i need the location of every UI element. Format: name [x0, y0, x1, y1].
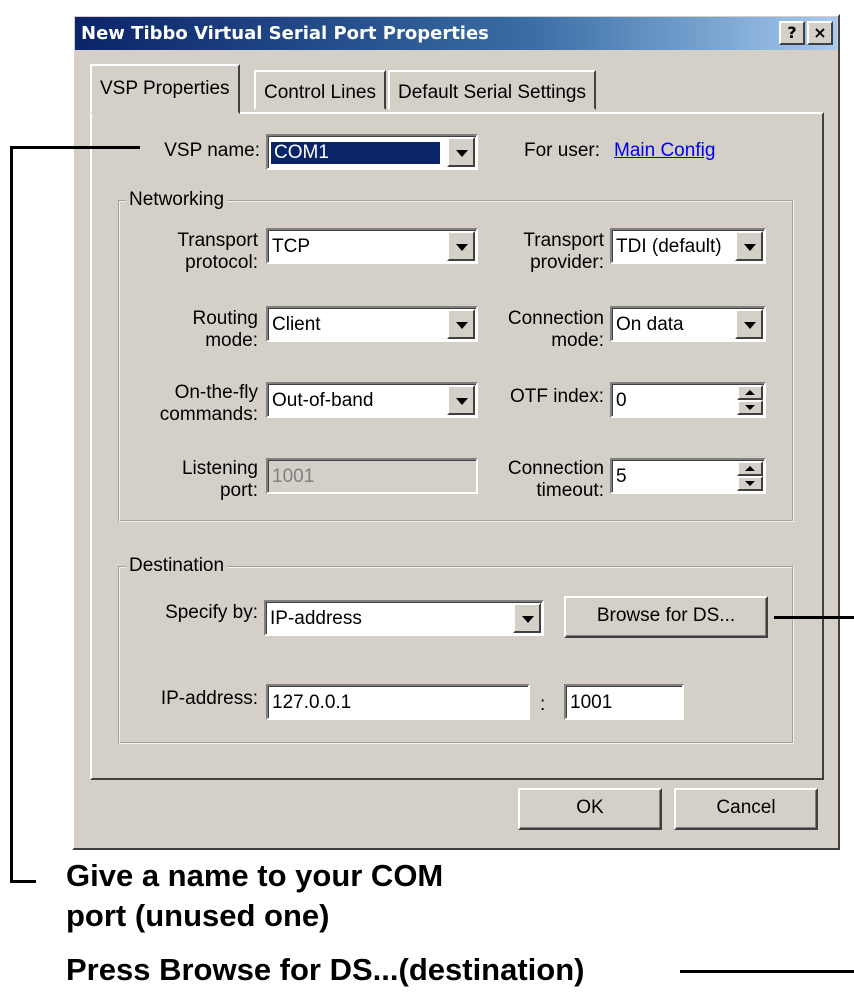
- connection-mode-label: Connection mode:: [486, 308, 604, 352]
- spin-down-icon[interactable]: [737, 400, 763, 415]
- spin-up-icon[interactable]: [737, 385, 763, 400]
- transport-provider-dropdown[interactable]: TDI (default): [610, 228, 766, 264]
- listening-port-field: 1001: [266, 458, 478, 494]
- transport-provider-label: Transport provider:: [486, 230, 604, 274]
- connection-timeout-label: Connection timeout:: [486, 458, 604, 502]
- title-bar[interactable]: New Tibbo Virtual Serial Port Properties…: [75, 17, 837, 50]
- spin-down-icon[interactable]: [737, 476, 763, 491]
- destination-group-title: Destination: [126, 555, 228, 577]
- otf-index-value: 0: [616, 390, 627, 411]
- otf-commands-dropdown[interactable]: Out-of-band: [266, 382, 478, 418]
- transport-provider-value: TDI (default): [616, 236, 722, 257]
- for-user-label: For user:: [524, 140, 601, 161]
- specify-by-label: Specify by:: [165, 602, 258, 623]
- otf-commands-value: Out-of-band: [272, 390, 374, 411]
- otf-commands-label: On-the-fly commands:: [134, 382, 258, 426]
- callout-line-top: [10, 146, 140, 149]
- callout-line-vertical: [10, 146, 13, 882]
- ip-address-value: 127.0.0.1: [272, 692, 352, 713]
- routing-mode-label: Routing mode:: [134, 308, 259, 352]
- ip-address-input[interactable]: 127.0.0.1: [266, 684, 530, 720]
- connection-timeout-label-line2: timeout:: [536, 480, 604, 501]
- transport-protocol-label: Transport protocol:: [134, 230, 258, 274]
- otf-commands-label-line2: commands:: [159, 404, 258, 425]
- chevron-down-icon[interactable]: [447, 231, 475, 261]
- connection-timeout-spinner[interactable]: 5: [610, 458, 766, 494]
- spinner-control: [737, 385, 763, 415]
- connection-mode-value: On data: [616, 314, 684, 335]
- tab-control-lines[interactable]: Control Lines: [254, 70, 386, 110]
- transport-protocol-dropdown[interactable]: TCP: [266, 228, 478, 264]
- callout-line-browse: [774, 616, 854, 619]
- networking-group-title: Networking: [126, 189, 228, 211]
- routing-mode-label-line1: Routing: [192, 308, 259, 329]
- connection-timeout-label-line1: Connection: [507, 458, 604, 479]
- transport-protocol-label-line1: Transport: [177, 230, 258, 251]
- chevron-down-icon[interactable]: [447, 385, 475, 415]
- transport-protocol-label-line2: protocol:: [185, 252, 258, 273]
- ip-address-label: IP-address:: [160, 688, 258, 709]
- connection-mode-label-line1: Connection: [507, 308, 604, 329]
- routing-mode-dropdown[interactable]: Client: [266, 306, 478, 342]
- callout-browse-text: Press Browse for DS...(destination): [66, 952, 585, 987]
- otf-index-label: OTF index:: [510, 386, 604, 407]
- for-user-link[interactable]: Main Config: [614, 140, 715, 162]
- cancel-button[interactable]: Cancel: [674, 788, 818, 830]
- close-button[interactable]: ×: [807, 21, 833, 45]
- window-title: New Tibbo Virtual Serial Port Properties: [81, 23, 489, 44]
- vsp-name-value: COM1: [271, 142, 440, 164]
- connection-mode-dropdown[interactable]: On data: [610, 306, 766, 342]
- connection-timeout-value: 5: [616, 466, 627, 487]
- chevron-down-icon[interactable]: [735, 231, 763, 261]
- routing-mode-value: Client: [272, 314, 321, 335]
- port-value: 1001: [570, 692, 613, 713]
- transport-provider-label-line2: provider:: [530, 252, 604, 273]
- listening-port-label-line2: port:: [219, 480, 258, 501]
- browse-for-ds-button[interactable]: Browse for DS...: [564, 596, 768, 638]
- routing-mode-label-line2: mode:: [205, 330, 258, 351]
- callout-line-bottom: [10, 880, 36, 883]
- tab-default-serial-settings[interactable]: Default Serial Settings: [388, 70, 596, 110]
- callout-name-line2: port (unused one): [66, 898, 330, 933]
- connection-mode-label-line2: mode:: [551, 330, 604, 351]
- transport-provider-label-line1: Transport: [523, 230, 604, 251]
- chevron-down-icon[interactable]: [447, 309, 475, 339]
- properties-dialog: New Tibbo Virtual Serial Port Properties…: [72, 14, 840, 850]
- vsp-name-dropdown[interactable]: COM1: [266, 134, 478, 170]
- chevron-down-icon[interactable]: [447, 137, 475, 167]
- help-button[interactable]: ?: [779, 21, 805, 45]
- callout-name-line1: Give a name to your COM: [66, 858, 444, 893]
- callout-name-text: Give a name to your COM port (unused one…: [66, 856, 443, 936]
- chevron-down-icon[interactable]: [735, 309, 763, 339]
- otf-index-spinner[interactable]: 0: [610, 382, 766, 418]
- vsp-name-label: VSP name:: [164, 140, 260, 161]
- transport-protocol-value: TCP: [272, 236, 310, 257]
- specify-by-dropdown[interactable]: IP-address: [264, 600, 544, 636]
- listening-port-label: Listening port:: [134, 458, 258, 502]
- ok-button[interactable]: OK: [518, 788, 662, 830]
- callout-line-browse-bottom: [680, 970, 854, 973]
- specify-by-value: IP-address: [270, 608, 362, 629]
- ip-port-separator: :: [540, 694, 546, 715]
- listening-port-label-line1: Listening: [181, 458, 258, 479]
- tab-vsp-properties[interactable]: VSP Properties: [90, 64, 240, 114]
- spinner-control: [737, 461, 763, 491]
- spin-up-icon[interactable]: [737, 461, 763, 476]
- port-input[interactable]: 1001: [564, 684, 684, 720]
- chevron-down-icon[interactable]: [513, 603, 541, 633]
- listening-port-value: 1001: [272, 466, 315, 487]
- otf-commands-label-line1: On-the-fly: [174, 382, 258, 403]
